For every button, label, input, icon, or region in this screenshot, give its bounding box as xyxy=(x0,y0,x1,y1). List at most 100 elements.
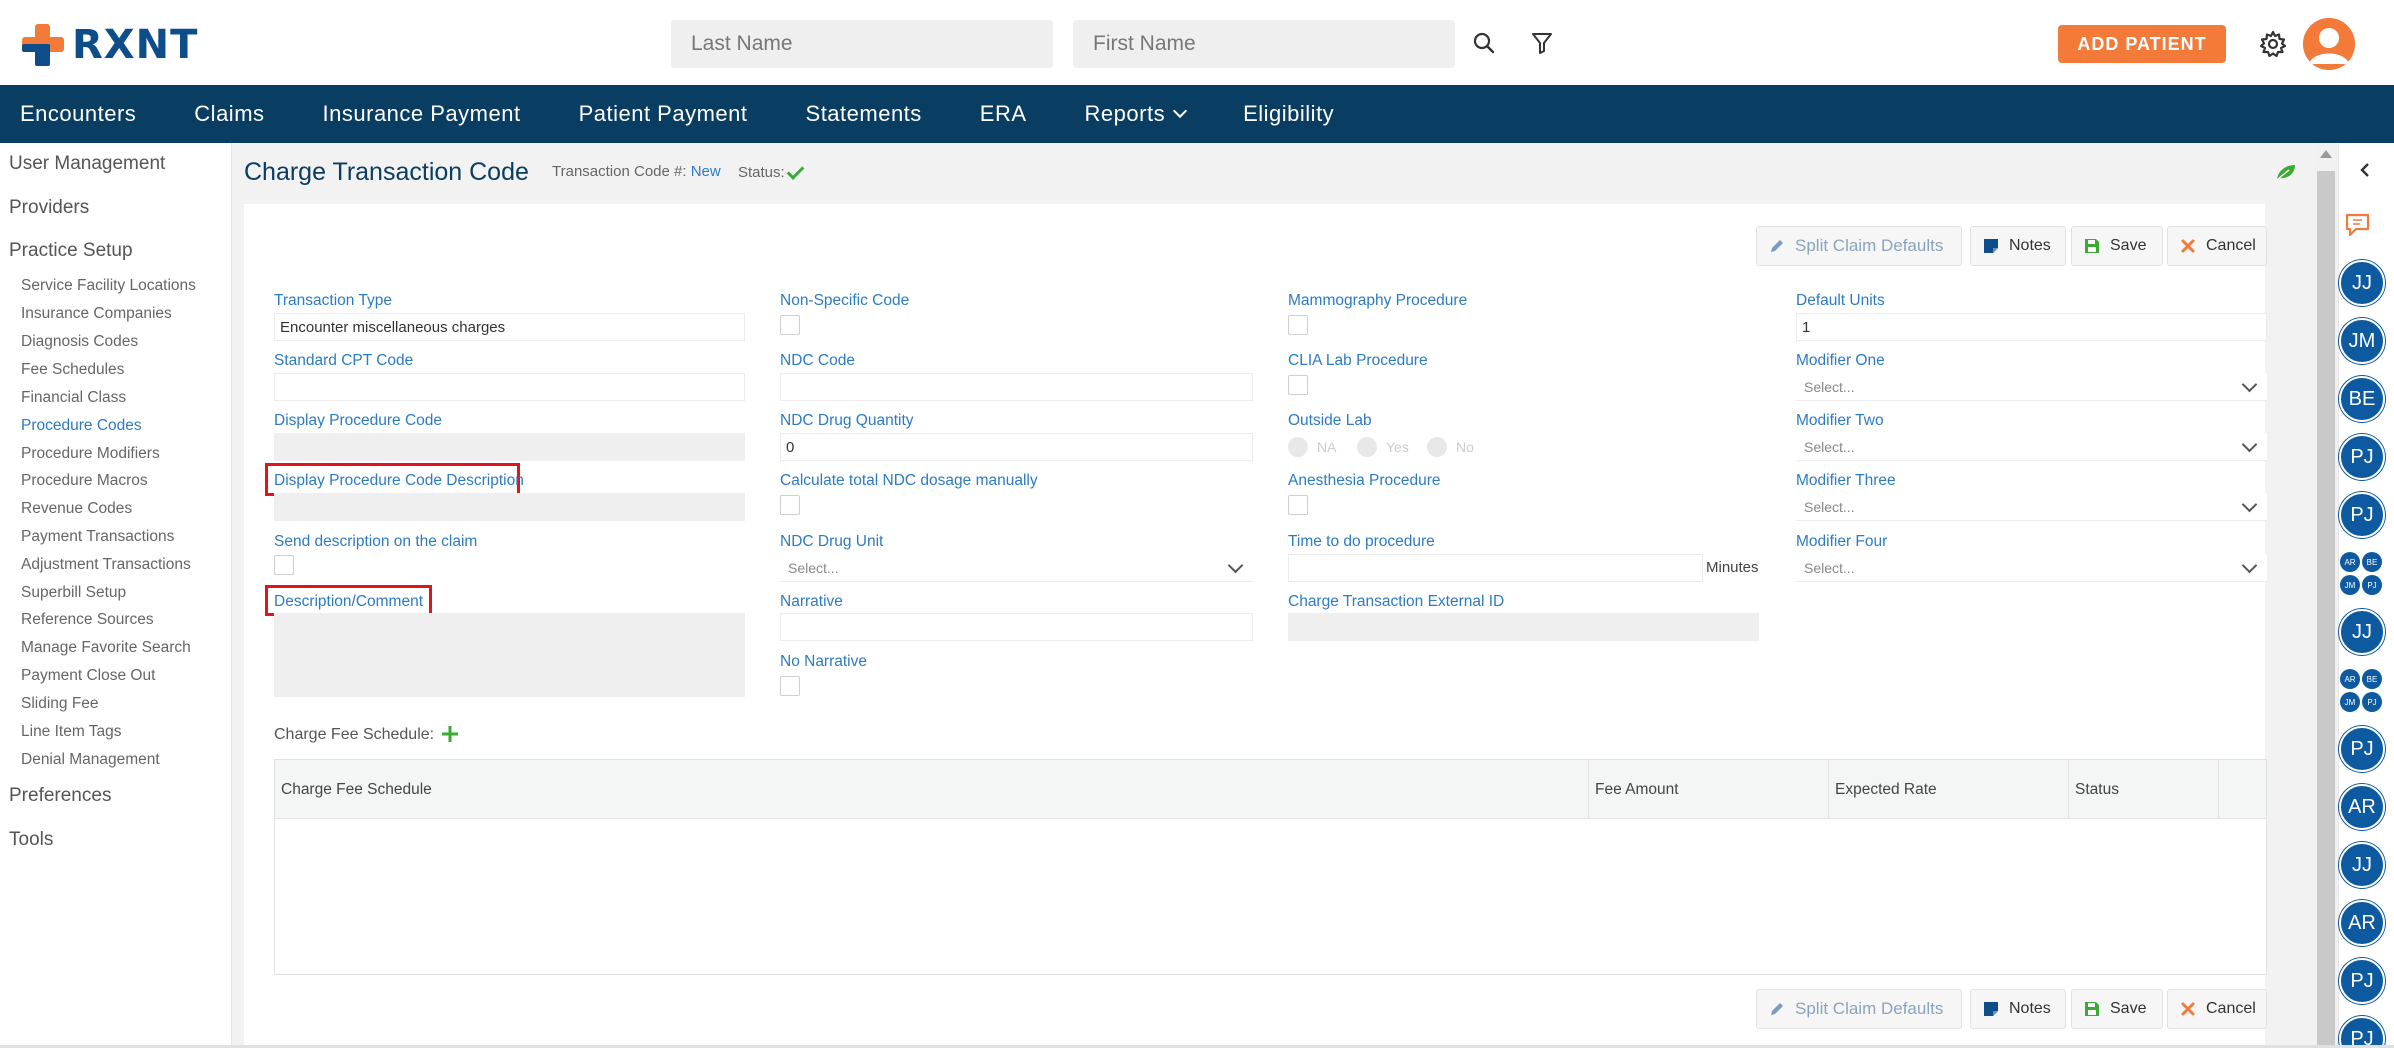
sidebar-item-service-facility-locations[interactable]: Service Facility Locations xyxy=(21,277,196,295)
add-fee-schedule-icon[interactable] xyxy=(441,725,459,743)
first-name-input[interactable] xyxy=(1073,20,1455,68)
default-units-input[interactable]: 1 xyxy=(1796,313,2267,341)
sidebar-item-procedure-macros[interactable]: Procedure Macros xyxy=(21,472,148,490)
column-header-charge-fee-schedule[interactable]: Charge Fee Schedule xyxy=(275,760,1588,820)
sidebar-item-diagnosis-codes[interactable]: Diagnosis Codes xyxy=(21,333,138,351)
sidebar-item-superbill-setup[interactable]: Superbill Setup xyxy=(21,584,126,602)
no-narrative-checkbox[interactable] xyxy=(780,676,800,696)
sidebar-practice-setup[interactable]: Practice Setup xyxy=(9,240,133,262)
split-claim-defaults-button[interactable]: Split Claim Defaults xyxy=(1756,226,1962,266)
contact-avatar[interactable]: PJ xyxy=(2339,958,2385,1004)
chevron-down-icon xyxy=(1227,557,1244,574)
gear-icon[interactable] xyxy=(2256,27,2290,61)
sidebar-item-payment-transactions[interactable]: Payment Transactions xyxy=(21,528,174,546)
sidebar-item-fee-schedules[interactable]: Fee Schedules xyxy=(21,361,124,379)
column-header-status[interactable]: Status xyxy=(2068,760,2218,820)
sidebar-user-management[interactable]: User Management xyxy=(9,153,165,175)
clia-lab-procedure-checkbox[interactable] xyxy=(1288,375,1308,395)
nav-statements[interactable]: Statements xyxy=(786,85,942,143)
search-icon[interactable] xyxy=(1467,26,1501,60)
transaction-type-field[interactable]: Encounter miscellaneous charges xyxy=(274,313,745,341)
outside-lab-radio-no[interactable]: No xyxy=(1427,437,1474,457)
sidebar-tools[interactable]: Tools xyxy=(9,829,53,851)
group-avatar-mini[interactable]: JM xyxy=(2340,575,2360,595)
time-to-do-procedure-input[interactable] xyxy=(1288,554,1703,582)
modifier-two-select[interactable]: Select... xyxy=(1796,433,2267,461)
cancel-button-bottom[interactable]: Cancel xyxy=(2167,989,2267,1029)
last-name-input[interactable] xyxy=(671,20,1053,68)
group-avatar-mini[interactable]: PJ xyxy=(2362,692,2382,712)
sidebar-item-line-item-tags[interactable]: Line Item Tags xyxy=(21,723,122,741)
column-header-fee-amount[interactable]: Fee Amount xyxy=(1588,760,1828,820)
group-avatar-mini[interactable]: AR xyxy=(2340,552,2360,572)
send-description-checkbox[interactable] xyxy=(274,555,294,575)
sidebar-item-insurance-companies[interactable]: Insurance Companies xyxy=(21,305,172,323)
save-button[interactable]: Save xyxy=(2071,226,2163,266)
ndc-drug-unit-select[interactable]: Select... xyxy=(780,554,1253,582)
user-avatar[interactable] xyxy=(2303,18,2355,70)
nav-reports[interactable]: Reports xyxy=(1065,85,1206,143)
nav-patient-payment[interactable]: Patient Payment xyxy=(559,85,768,143)
cancel-button[interactable]: Cancel xyxy=(2167,226,2267,266)
sidebar-providers[interactable]: Providers xyxy=(9,197,89,219)
sidebar-item-procedure-codes[interactable]: Procedure Codes xyxy=(21,417,142,435)
contact-avatar[interactable]: JJ xyxy=(2339,609,2385,655)
nav-claims[interactable]: Claims xyxy=(174,85,284,143)
contact-avatar[interactable]: PJ xyxy=(2339,726,2385,772)
calculate-ndc-dosage-checkbox[interactable] xyxy=(780,495,800,515)
column-header-expected-rate[interactable]: Expected Rate xyxy=(1828,760,2068,820)
outside-lab-radio-na[interactable]: NA xyxy=(1288,437,1336,457)
rxnt-logo[interactable]: RXNT xyxy=(20,22,198,68)
sidebar-item-manage-favorite-search[interactable]: Manage Favorite Search xyxy=(21,639,191,657)
collapse-chevron-left-icon[interactable] xyxy=(2358,162,2372,178)
nav-era[interactable]: ERA xyxy=(960,85,1047,143)
contact-avatar[interactable]: JJ xyxy=(2339,260,2385,306)
group-avatar-mini[interactable]: BE xyxy=(2362,669,2382,689)
notes-button-bottom[interactable]: Notes xyxy=(1970,989,2066,1029)
sidebar-item-adjustment-transactions[interactable]: Adjustment Transactions xyxy=(21,556,191,574)
notes-button[interactable]: Notes xyxy=(1970,226,2066,266)
group-avatar-mini[interactable]: JM xyxy=(2340,692,2360,712)
sidebar-item-reference-sources[interactable]: Reference Sources xyxy=(21,611,154,629)
chat-icon[interactable] xyxy=(2344,212,2374,240)
sidebar-item-financial-class[interactable]: Financial Class xyxy=(21,389,126,407)
sidebar-item-procedure-modifiers[interactable]: Procedure Modifiers xyxy=(21,445,160,463)
save-button-bottom[interactable]: Save xyxy=(2071,989,2163,1029)
contact-avatar[interactable]: BE xyxy=(2339,376,2385,422)
non-specific-code-checkbox[interactable] xyxy=(780,315,800,335)
filter-icon[interactable] xyxy=(1525,26,1559,60)
main-scrollbar[interactable] xyxy=(2314,143,2338,1048)
narrative-input[interactable] xyxy=(780,613,1253,641)
nav-encounters[interactable]: Encounters xyxy=(0,85,156,143)
sidebar-item-revenue-codes[interactable]: Revenue Codes xyxy=(21,500,132,518)
standard-cpt-code-input[interactable] xyxy=(274,373,745,401)
contact-avatar[interactable]: AR xyxy=(2339,900,2385,946)
modifier-three-select[interactable]: Select... xyxy=(1796,493,2267,521)
sidebar-item-sliding-fee[interactable]: Sliding Fee xyxy=(21,695,99,713)
contact-avatar[interactable]: JJ xyxy=(2339,842,2385,888)
outside-lab-radio-yes[interactable]: Yes xyxy=(1357,437,1409,457)
scroll-up-arrow-icon[interactable] xyxy=(2320,150,2332,158)
scroll-thumb[interactable] xyxy=(2317,171,2335,1048)
sidebar-item-payment-close-out[interactable]: Payment Close Out xyxy=(21,667,155,685)
description-comment-textarea[interactable] xyxy=(274,613,745,697)
contact-avatar[interactable]: PJ xyxy=(2339,492,2385,538)
sidebar-preferences[interactable]: Preferences xyxy=(9,785,111,807)
sidebar-item-denial-management[interactable]: Denial Management xyxy=(21,751,160,769)
modifier-one-select[interactable]: Select... xyxy=(1796,373,2267,401)
nav-eligibility[interactable]: Eligibility xyxy=(1223,85,1354,143)
contact-avatar[interactable]: PJ xyxy=(2339,434,2385,480)
add-patient-button[interactable]: ADD PATIENT xyxy=(2058,25,2226,63)
anesthesia-procedure-checkbox[interactable] xyxy=(1288,495,1308,515)
modifier-four-select[interactable]: Select... xyxy=(1796,554,2267,582)
split-claim-defaults-button-bottom[interactable]: Split Claim Defaults xyxy=(1756,989,1962,1029)
ndc-drug-quantity-input[interactable]: 0 xyxy=(780,433,1253,461)
contact-avatar[interactable]: AR xyxy=(2339,784,2385,830)
contact-avatar[interactable]: JM xyxy=(2339,318,2385,364)
group-avatar-mini[interactable]: PJ xyxy=(2362,575,2382,595)
ndc-code-input[interactable] xyxy=(780,373,1253,401)
group-avatar-mini[interactable]: AR xyxy=(2340,669,2360,689)
nav-insurance-payment[interactable]: Insurance Payment xyxy=(303,85,541,143)
mammography-procedure-checkbox[interactable] xyxy=(1288,315,1308,335)
group-avatar-mini[interactable]: BE xyxy=(2362,552,2382,572)
